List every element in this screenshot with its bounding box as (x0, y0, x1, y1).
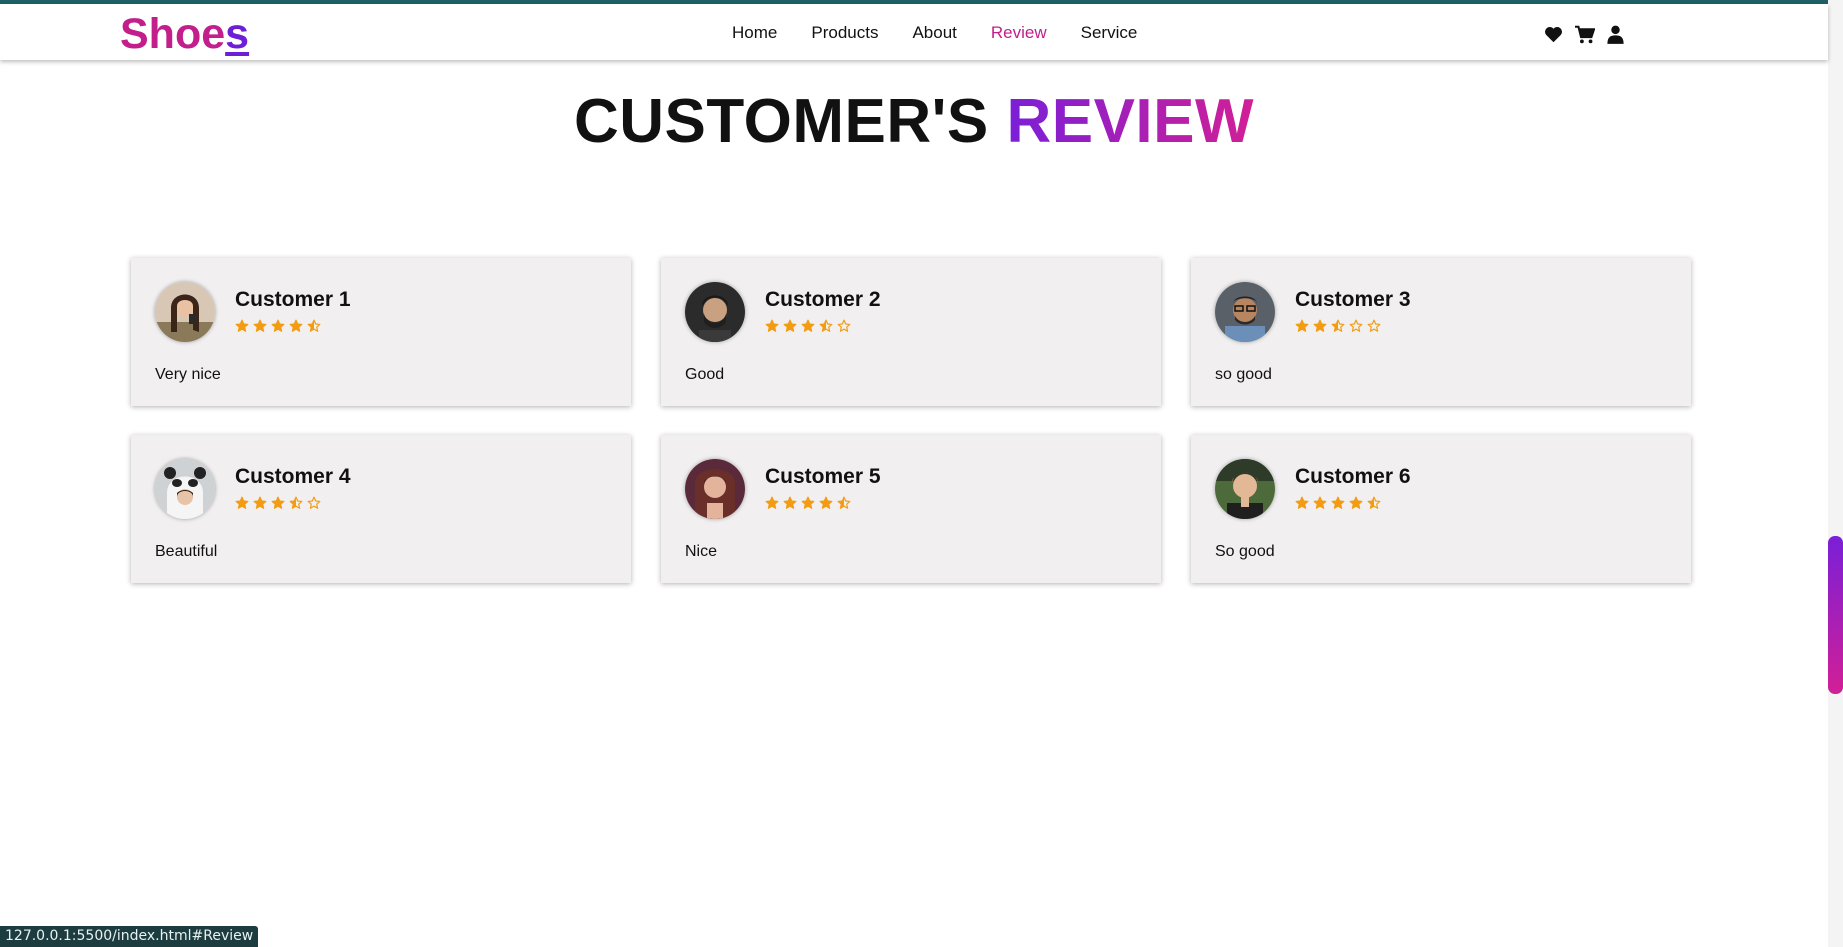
title-accent: REVIEW (1006, 87, 1255, 156)
star-full-icon (1295, 496, 1309, 509)
review-card: Customer 5 Nice (661, 435, 1161, 583)
review-card: Customer 1 Very nice (131, 258, 631, 406)
star-full-icon (271, 496, 285, 509)
review-card: Customer 6 So good (1191, 435, 1691, 583)
customer-5-avatar (685, 459, 745, 519)
customer-4-avatar (155, 459, 215, 519)
star-rating (235, 496, 321, 510)
star-full-icon (1349, 496, 1363, 509)
star-empty-icon (1349, 319, 1363, 332)
customer-name: Customer 3 (1295, 288, 1411, 311)
star-full-icon (253, 496, 267, 509)
star-full-icon (235, 319, 249, 332)
customer-name: Customer 1 (235, 288, 351, 311)
star-half-icon (1367, 496, 1381, 509)
star-full-icon (783, 319, 797, 332)
nav-link-home[interactable]: Home (732, 23, 777, 43)
star-half-icon (1331, 319, 1345, 332)
logo-text: Shoe (120, 10, 226, 58)
nav-links: Home Products About Review Service (732, 23, 1171, 43)
customer-1-avatar (155, 282, 215, 342)
star-rating (235, 319, 321, 333)
nav-icons (1543, 24, 1626, 45)
customer-3-avatar (1215, 282, 1275, 342)
star-empty-icon (837, 319, 851, 332)
star-full-icon (253, 319, 267, 332)
star-half-icon (307, 319, 321, 332)
star-full-icon (801, 319, 815, 332)
customer-name: Customer 6 (1295, 465, 1411, 488)
section-title: CUSTOMER'S REVIEW (0, 86, 1828, 157)
star-full-icon (1331, 496, 1345, 509)
star-half-icon (289, 496, 303, 509)
customer-6-avatar (1215, 459, 1275, 519)
heart-icon[interactable] (1543, 24, 1564, 45)
customer-name: Customer 5 (765, 465, 881, 488)
star-rating (1295, 496, 1381, 510)
review-text: so good (1215, 366, 1272, 383)
star-full-icon (783, 496, 797, 509)
review-text: Good (685, 366, 725, 383)
customer-name: Customer 4 (235, 465, 351, 488)
nav-link-review[interactable]: Review (991, 23, 1047, 43)
brand-logo[interactable]: Shoes (120, 10, 249, 59)
review-text: Nice (685, 543, 718, 560)
star-rating (765, 496, 851, 510)
star-full-icon (1295, 319, 1309, 332)
star-full-icon (271, 319, 285, 332)
scrollbar-track[interactable] (1828, 0, 1843, 947)
review-grid: Customer 1 Very nice Customer 2 Good Cus… (131, 258, 1691, 583)
star-rating (765, 319, 851, 333)
star-empty-icon (1367, 319, 1381, 332)
customer-2-avatar (685, 282, 745, 342)
review-card: Customer 2 Good (661, 258, 1161, 406)
scrollbar-thumb[interactable] (1828, 536, 1843, 694)
star-full-icon (1313, 319, 1327, 332)
star-rating (1295, 319, 1381, 333)
star-full-icon (235, 496, 249, 509)
star-half-icon (819, 319, 833, 332)
star-full-icon (801, 496, 815, 509)
navbar: Shoes Home Products About Review Service (0, 4, 1828, 60)
cart-icon[interactable] (1574, 24, 1595, 45)
review-text: Beautiful (155, 543, 218, 560)
nav-link-products[interactable]: Products (811, 23, 878, 43)
review-text: Very nice (155, 366, 221, 383)
star-half-icon (837, 496, 851, 509)
status-bar-url: 127.0.0.1:5500/index.html#Review (0, 926, 259, 947)
logo-text-last: s (225, 10, 250, 58)
star-full-icon (1313, 496, 1327, 509)
customer-name: Customer 2 (765, 288, 881, 311)
star-empty-icon (307, 496, 321, 509)
star-full-icon (765, 496, 779, 509)
star-full-icon (765, 319, 779, 332)
star-full-icon (289, 319, 303, 332)
user-icon[interactable] (1605, 24, 1626, 45)
title-plain: CUSTOMER'S (573, 87, 989, 156)
nav-link-service[interactable]: Service (1081, 23, 1138, 43)
review-text: So good (1215, 543, 1275, 560)
star-full-icon (819, 496, 833, 509)
review-card: Customer 3 so good (1191, 258, 1691, 406)
review-card: Customer 4 Beautiful (131, 435, 631, 583)
nav-link-about[interactable]: About (912, 23, 956, 43)
